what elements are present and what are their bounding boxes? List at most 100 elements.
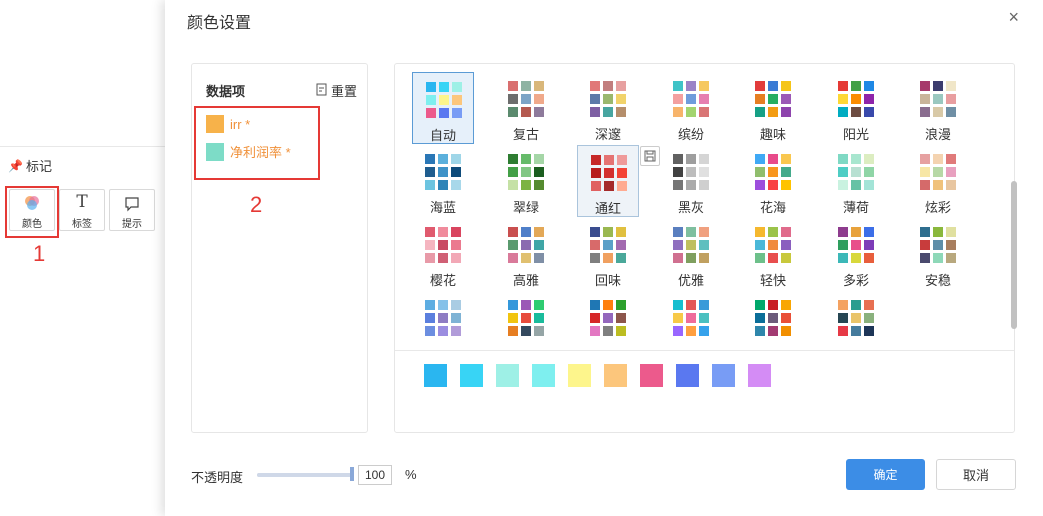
color-scheme-tile[interactable]: 薄荷 [825,145,887,217]
palette-swatch[interactable] [532,364,555,387]
scheme-swatch [851,180,861,190]
color-scheme-tile[interactable]: 缤纷 [660,72,722,144]
scheme-swatch [673,326,683,336]
scheme-swatch [534,227,544,237]
save-scheme-button[interactable] [640,146,660,166]
tooltip-mark-button[interactable]: 提示 [109,189,155,231]
opacity-input[interactable]: 100 [358,465,392,485]
color-scheme-tile[interactable]: 优雅 [660,218,722,290]
scheme-swatch [838,227,848,237]
color-scheme-tile[interactable]: 安稳 [907,218,969,290]
color-scheme-tile[interactable]: 炫彩 [907,145,969,217]
color-scheme-tile[interactable]: 阳光 [825,72,887,144]
scheme-swatch [781,227,791,237]
palette-swatch[interactable] [676,364,699,387]
scheme-swatch [590,94,600,104]
color-scheme-tile[interactable] [577,291,639,363]
scheme-swatch-grid [508,81,544,117]
scheme-swatch [521,326,531,336]
color-scheme-tile[interactable]: 深邃 [577,72,639,144]
scheme-swatch [521,81,531,91]
color-scheme-tile[interactable] [495,291,557,363]
opacity-slider[interactable] [257,473,353,477]
palette-swatch[interactable] [496,364,519,387]
scheme-swatch [946,227,956,237]
palette-swatch[interactable] [640,364,663,387]
scheme-swatch-grid [838,154,874,190]
color-scheme-tile[interactable]: 自动 [412,72,474,144]
cancel-button[interactable]: 取消 [936,459,1016,490]
scheme-swatch-grid [425,300,461,336]
color-scheme-tile[interactable]: 趣味 [742,72,804,144]
scheme-swatch [686,326,696,336]
marks-title-label: 标记 [25,159,52,174]
scheme-swatch [699,313,709,323]
scheme-swatch [438,326,448,336]
confirm-button[interactable]: 确定 [846,459,925,490]
color-scheme-tile[interactable] [825,291,887,363]
scheme-swatch [851,154,861,164]
scheme-swatch [864,240,874,250]
palette-swatch[interactable] [568,364,591,387]
palette-swatch[interactable] [712,364,735,387]
scheme-swatch [933,167,943,177]
scheme-swatch [699,154,709,164]
color-scheme-tile[interactable]: 回味 [577,218,639,290]
palette-swatch[interactable] [460,364,483,387]
color-scheme-tile[interactable] [742,291,804,363]
scheme-swatch [521,180,531,190]
scheme-swatch [425,227,435,237]
scheme-swatch [452,82,462,92]
scheme-swatch [451,300,461,310]
scheme-name: 高雅 [512,273,539,288]
color-scheme-tile[interactable] [660,291,722,363]
color-scheme-tile[interactable]: 花海 [742,145,804,217]
scheme-swatch [699,227,709,237]
color-scheme-tile[interactable]: 樱花 [412,218,474,290]
color-scheme-tile[interactable]: 复古 [495,72,557,144]
scheme-swatch [604,181,614,191]
color-scheme-tile[interactable]: 翠绿 [495,145,557,217]
color-scheme-tile[interactable]: 轻快 [742,218,804,290]
scheme-swatch [604,155,614,165]
scheme-swatch [617,168,627,178]
scheme-swatch [864,154,874,164]
scheme-swatch [521,94,531,104]
scheme-swatch [673,313,683,323]
scheme-swatch [933,227,943,237]
scheme-swatch [686,253,696,263]
scheme-name: 浪漫 [924,127,951,142]
color-scheme-tile[interactable]: 通红 [577,145,639,217]
scheme-swatch [451,253,461,263]
scheme-swatch [534,107,544,117]
scheme-swatch [617,155,627,165]
scheme-swatch [590,240,600,250]
palette-swatch[interactable] [604,364,627,387]
close-icon[interactable]: × [1008,7,1019,28]
reset-button[interactable]: 重置 [316,81,357,100]
scheme-swatch [508,253,518,263]
color-scheme-tile[interactable]: 高雅 [495,218,557,290]
palette-swatch[interactable] [748,364,771,387]
label-mark-label: 标签 [72,219,92,230]
opacity-slider-fill [257,473,353,477]
label-mark-button[interactable]: T 标签 [59,189,105,231]
scheme-swatch [864,107,874,117]
color-scheme-tile[interactable]: 黑灰 [660,145,722,217]
scheme-name: 黑灰 [677,200,704,215]
marks-panel: 📌 标记 颜色 T 标签 提示 1 [0,0,165,516]
scheme-swatch [838,313,848,323]
color-scheme-tile[interactable]: 浪漫 [907,72,969,144]
color-scheme-tile[interactable]: 海蓝 [412,145,474,217]
scheme-swatch [686,300,696,310]
color-scheme-tile[interactable] [412,291,474,363]
scheme-swatch [864,94,874,104]
scheme-swatch [452,108,462,118]
scheme-swatch [521,154,531,164]
dialog-title: 颜色设置 [187,15,252,32]
scheme-scrollbar[interactable] [1011,181,1017,329]
palette-swatch[interactable] [424,364,447,387]
opacity-slider-handle[interactable] [350,467,354,481]
scheme-swatch [838,167,848,177]
color-scheme-tile[interactable]: 多彩 [825,218,887,290]
